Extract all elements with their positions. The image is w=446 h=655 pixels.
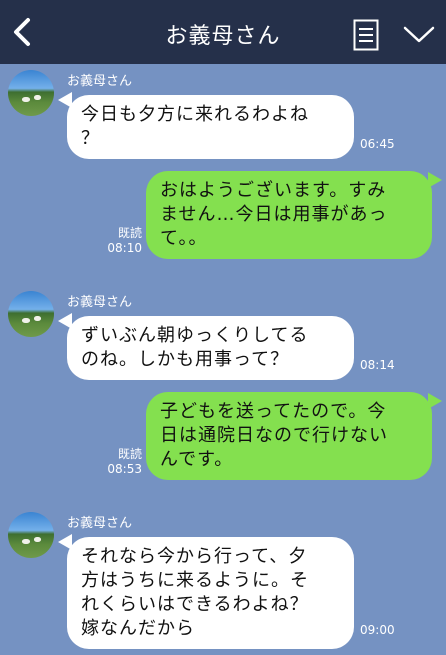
message-line: れくらいはできるわよね？ [81, 594, 309, 615]
message-line: 今日も夕方に来れるわよね [81, 104, 309, 125]
message-line: のね。しかも用事って？ [81, 349, 290, 370]
message-bubble-incoming[interactable]: それなら今から行って、夕 方はうちに来るように。そ れくらいはできるわよね？ 嫁… [67, 537, 354, 649]
avatar-sheep [22, 318, 30, 323]
avatar-sheep [34, 316, 41, 321]
message-line: ません…今日は用事があっ [160, 204, 388, 225]
avatar-sheep [34, 95, 41, 100]
avatar[interactable] [8, 291, 54, 337]
message-line: 日は通院日なので行けない [160, 425, 388, 446]
message-time: 08:14 [360, 358, 395, 372]
chat-title: お義母さん [165, 24, 281, 49]
list-icon [353, 19, 379, 51]
message-line: おはようございます。すみ [160, 180, 387, 201]
read-receipt: 既読 08:53 [100, 447, 142, 477]
message-time: 06:45 [360, 137, 395, 151]
message-line: 子どもを送ってたので。今 [160, 401, 387, 422]
avatar-sheep [22, 97, 30, 102]
avatar[interactable] [8, 70, 54, 116]
message-line: て。。 [160, 228, 208, 249]
message-bubble-incoming[interactable]: 今日も夕方に来れるわよね ？ [67, 95, 354, 159]
sender-name: お義母さん [67, 74, 133, 89]
bubble-tail [428, 393, 442, 409]
read-status: 既読 [117, 226, 142, 240]
avatar-sheep [34, 537, 41, 542]
message-line: 嫁なんだから [81, 618, 195, 639]
message-time: 08:53 [107, 462, 142, 476]
sender-name: お義母さん [67, 295, 133, 310]
sender-name: お義母さん [67, 516, 133, 531]
message-time: 08:10 [107, 241, 142, 255]
chat-header: お義母さん [0, 0, 446, 64]
chevron-down-icon [403, 26, 435, 43]
message-line: それなら今から行って、夕 [81, 546, 308, 567]
avatar[interactable] [8, 512, 54, 558]
avatar-sheep [22, 539, 30, 544]
read-receipt: 既読 08:10 [100, 226, 142, 256]
message-line: んです。 [160, 449, 234, 470]
message-line: ずいぶん朝ゆっくりしてる [81, 325, 309, 346]
read-status: 既読 [117, 447, 142, 461]
bubble-tail [428, 172, 442, 188]
message-time: 09:00 [360, 623, 395, 637]
message-line: 方はうちに来るように。そ [81, 570, 309, 591]
message-bubble-outgoing[interactable]: 子どもを送ってたので。今 日は通院日なので行けない んです。 [146, 392, 432, 480]
expand-button[interactable] [402, 24, 436, 46]
menu-button[interactable] [353, 19, 379, 51]
message-bubble-outgoing[interactable]: おはようございます。すみ ません…今日は用事があっ て。。 [146, 171, 432, 259]
message-line: ？ [81, 128, 100, 149]
message-bubble-incoming[interactable]: ずいぶん朝ゆっくりしてる のね。しかも用事って？ [67, 316, 354, 380]
